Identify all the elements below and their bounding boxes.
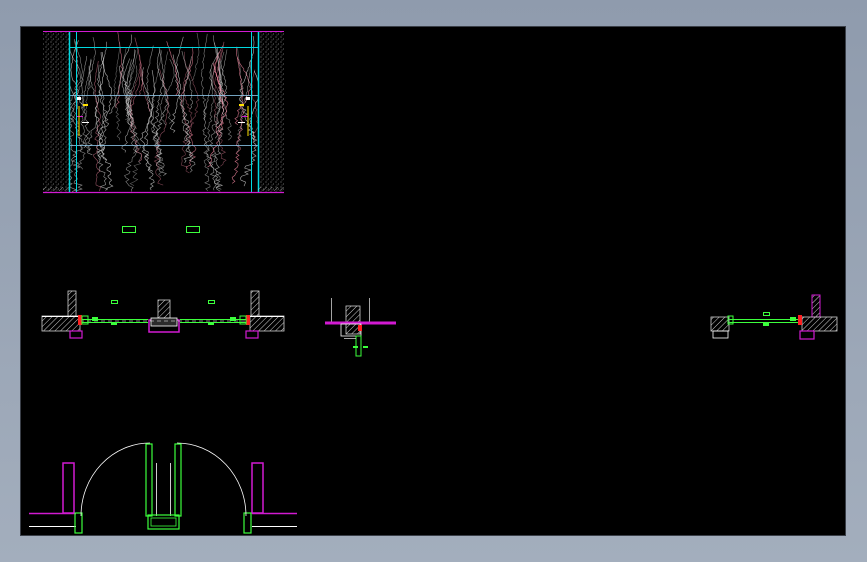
tag-marker-right bbox=[186, 226, 200, 233]
grain-line bbox=[202, 66, 217, 191]
grain-line bbox=[244, 60, 252, 103]
grain-line bbox=[96, 64, 108, 191]
grain-line bbox=[139, 67, 154, 172]
grain-line bbox=[203, 68, 214, 192]
grain-line bbox=[109, 65, 121, 115]
elevation-wall-panel bbox=[43, 31, 284, 194]
grain-line bbox=[113, 42, 122, 141]
cad-drawing bbox=[29, 31, 838, 534]
section-detail-middle bbox=[325, 298, 396, 357]
grain-line bbox=[231, 57, 244, 184]
grain-line bbox=[92, 60, 101, 192]
grain-line bbox=[218, 52, 232, 141]
tag-marker-left bbox=[122, 226, 136, 233]
grain-line bbox=[122, 47, 131, 121]
plan-partition-left bbox=[41, 290, 285, 339]
elevation-left-wall-hatch bbox=[43, 32, 70, 192]
elevation-right-wall-hatch bbox=[258, 32, 284, 192]
plan-door-swing bbox=[29, 442, 297, 534]
plan-partition-right bbox=[710, 294, 838, 340]
grain-line bbox=[170, 54, 182, 133]
grain-line bbox=[134, 37, 144, 96]
grain-line bbox=[159, 58, 175, 126]
drawing-viewport[interactable] bbox=[20, 26, 846, 536]
wood-grain-texture bbox=[70, 32, 258, 192]
